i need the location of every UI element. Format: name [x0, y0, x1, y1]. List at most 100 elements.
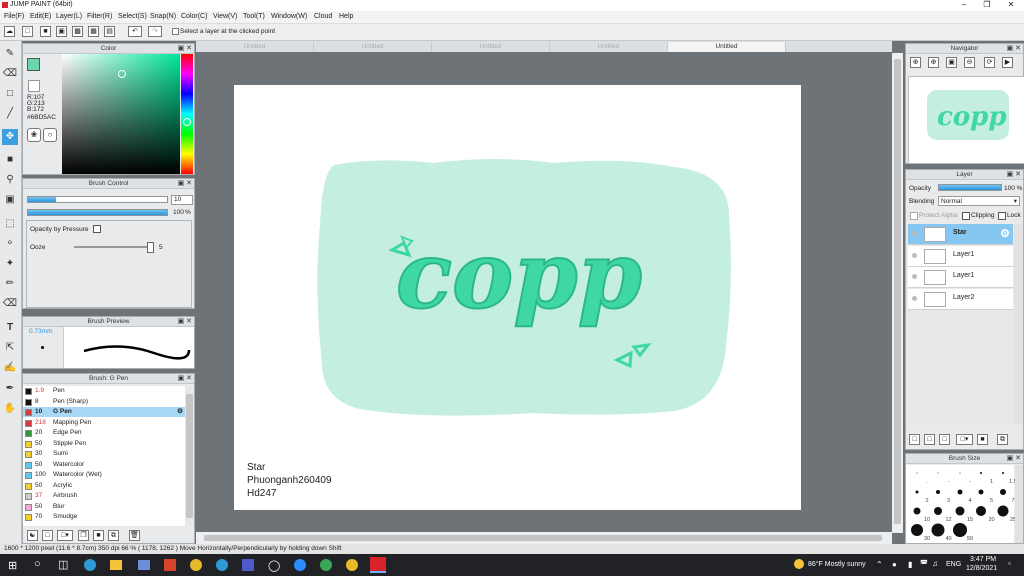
brush-list-scrollbar[interactable] — [185, 386, 194, 526]
brush-size-scrollbar[interactable] — [1015, 465, 1023, 543]
menu-color[interactable]: Color(C) — [181, 13, 207, 20]
layer-row[interactable]: Layer1 — [908, 245, 1013, 267]
weather-text[interactable]: 86°F Mostly sunny — [808, 561, 866, 568]
brush-list-item[interactable]: 50 Acrylic — [23, 481, 185, 491]
brush-opacity-slider[interactable] — [27, 209, 168, 216]
menu-select[interactable]: Select(S) — [118, 13, 147, 20]
select-layer-checkbox[interactable] — [172, 28, 179, 35]
teams-icon[interactable] — [242, 559, 254, 571]
brush-folder-icon[interactable]: ■ — [93, 530, 104, 541]
office-icon[interactable] — [164, 559, 176, 571]
restore-icon[interactable]: ❐ — [978, 0, 996, 9]
save-icon[interactable]: ▣ — [56, 26, 67, 37]
volume-icon[interactable]: ♫ — [932, 559, 938, 568]
cloud-icon[interactable]: ☁ — [4, 26, 15, 37]
opacity-by-pressure-checkbox[interactable] — [93, 225, 101, 233]
redo-icon[interactable]: ↷ — [148, 26, 162, 37]
line-tool-icon[interactable]: ╱ — [2, 106, 18, 122]
brush-size-cell[interactable]: 40 — [928, 522, 952, 542]
flip-icon[interactable]: ▶ — [1002, 57, 1013, 68]
brush-size-slider[interactable] — [27, 196, 168, 203]
menu-layer[interactable]: Layer(L) — [56, 13, 82, 20]
brush-list-item[interactable]: 20 Edge Pen — [23, 428, 185, 438]
select-eraser-tool-icon[interactable]: ⌫ — [2, 296, 18, 312]
close-icon[interactable]: ▣ ✕ — [178, 317, 192, 326]
brush-size-cell[interactable]: . — [906, 465, 928, 485]
blending-select[interactable]: Normal ▾ — [938, 196, 1020, 206]
minimize-icon[interactable]: – — [955, 0, 973, 9]
operation-tool-icon[interactable]: ⇱ — [2, 340, 18, 356]
open-file-icon[interactable]: ■ — [40, 26, 51, 37]
chrome-alt-icon[interactable] — [320, 559, 332, 571]
menu-filter[interactable]: Filter(R) — [87, 13, 112, 20]
new-brush-icon[interactable]: □ — [42, 530, 53, 541]
close-icon[interactable]: ▣ ✕ — [1007, 454, 1021, 463]
zoom-app-icon[interactable] — [294, 559, 306, 571]
menu-tool[interactable]: Tool(T) — [243, 13, 265, 20]
eye-icon[interactable] — [912, 231, 917, 236]
layer-opacity-slider[interactable] — [938, 184, 1002, 191]
brush-size-cell[interactable]: 2 — [906, 484, 929, 504]
gear-icon[interactable]: ⚙ — [1000, 227, 1010, 240]
brush-size-cell[interactable]: 3 — [928, 484, 950, 504]
close-icon[interactable]: ▣ ✕ — [178, 179, 192, 188]
rotate-icon[interactable]: ⟳ — [984, 57, 995, 68]
close-icon[interactable]: ▣ ✕ — [178, 374, 192, 383]
brush-size-cell[interactable]: 5 — [971, 484, 993, 504]
spoit-tool-icon[interactable]: ✒ — [2, 381, 18, 397]
lasso-tool-icon[interactable]: ⚬ — [2, 236, 18, 252]
jump-paint-taskbar-icon[interactable] — [370, 557, 386, 573]
menu-view[interactable]: View(V) — [213, 13, 237, 20]
eyedropper-tool-icon[interactable]: ✍ — [2, 360, 18, 376]
canvas-vertical-scrollbar[interactable] — [892, 53, 903, 533]
fit-window-icon[interactable]: ▣ — [946, 57, 957, 68]
magic-wand-tool-icon[interactable]: ✦ — [2, 256, 18, 272]
brush-list-item[interactable]: 50 Blur — [23, 502, 185, 512]
menu-edit[interactable]: Edit(E) — [30, 13, 51, 20]
panel-icon[interactable]: ▤ — [104, 26, 115, 37]
canvas-horizontal-scrollbar[interactable] — [196, 532, 892, 544]
gear-icon[interactable]: ⚙ — [177, 407, 183, 417]
menu-window[interactable]: Window(W) — [271, 13, 307, 20]
menu-file[interactable]: File(F) — [4, 13, 24, 20]
select-pen-tool-icon[interactable]: ✏ — [2, 276, 18, 292]
rectangle-tool-icon[interactable]: □ — [2, 86, 18, 102]
close-icon[interactable]: ▣ ✕ — [178, 44, 192, 53]
close-icon[interactable]: ▣ ✕ — [1007, 44, 1021, 53]
color-wheel-icon[interactable]: ❀ — [27, 128, 41, 142]
ooze-slider[interactable] — [74, 246, 154, 248]
brush-list-item[interactable]: 50 Watercolor — [23, 460, 185, 470]
menu-help[interactable]: Help — [339, 13, 353, 20]
wifi-icon[interactable]: ◚ — [920, 559, 928, 568]
doc-tab-3[interactable]: Untitled — [432, 42, 550, 52]
file-explorer-icon[interactable] — [110, 560, 122, 570]
layer-folder-icon[interactable]: ■ — [977, 434, 988, 445]
brush-size-cell[interactable]: 1.5 — [992, 465, 1017, 485]
brush-size-cell[interactable]: - — [928, 465, 949, 485]
notification-icon[interactable]: ▫ — [1008, 559, 1011, 568]
primary-color-swatch[interactable] — [27, 58, 40, 71]
duplicate-brush-icon[interactable]: ⧉ — [108, 530, 119, 541]
pen-tool-icon[interactable]: ✎ — [2, 46, 18, 62]
navigator-preview[interactable]: copp — [908, 76, 1024, 164]
tray-chevron-icon[interactable]: ⌃ — [876, 560, 883, 569]
lock-checkbox[interactable] — [998, 212, 1006, 220]
doc-tab-5[interactable]: Untitled — [668, 42, 786, 52]
doc-tab-2[interactable]: Untitled — [314, 42, 432, 52]
color-set-icon[interactable]: ○ — [43, 128, 57, 142]
brush-list-item[interactable]: 30 Sumi — [23, 449, 185, 459]
new-layer-icon[interactable]: □ — [909, 434, 920, 445]
move-tool-icon[interactable]: ✥ — [2, 129, 18, 145]
doc-tab-1[interactable]: Untitled — [196, 42, 314, 52]
brush-group-icon[interactable]: ☯ — [27, 530, 38, 541]
brush-size-cell[interactable]: - — [949, 465, 971, 485]
fill-rect-tool-icon[interactable]: ■ — [2, 152, 18, 168]
new-brush-menu-icon[interactable]: □▾ — [57, 530, 73, 541]
undo-icon[interactable]: ↶ — [128, 26, 142, 37]
hue-slider[interactable] — [181, 54, 193, 174]
zoom-in-alt-icon[interactable]: ⊕ — [928, 57, 939, 68]
grid-icon[interactable]: ▦ — [88, 26, 99, 37]
tray-app-icon[interactable]: ● — [892, 560, 897, 569]
new-raster-layer-icon[interactable]: □ — [924, 434, 935, 445]
brush-size-value[interactable]: 10 — [171, 195, 193, 205]
